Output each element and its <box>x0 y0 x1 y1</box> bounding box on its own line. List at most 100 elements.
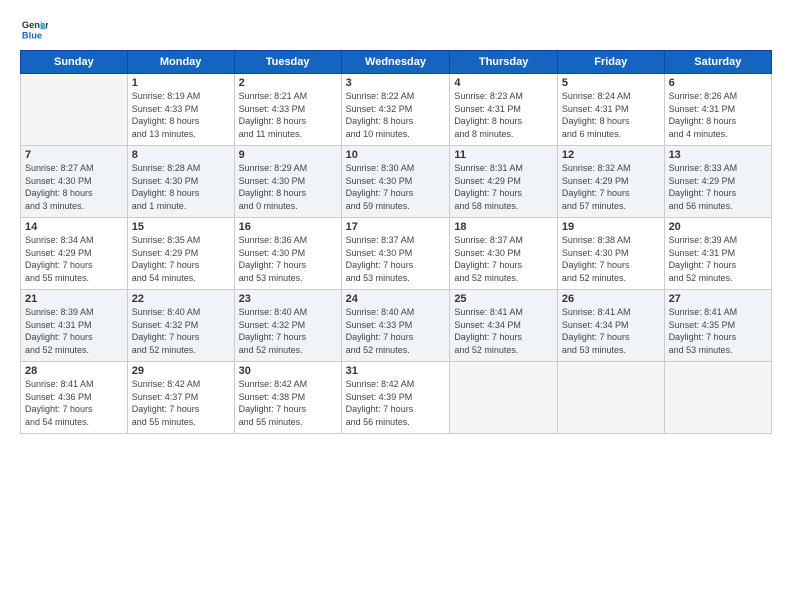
calendar-cell: 11Sunrise: 8:31 AMSunset: 4:29 PMDayligh… <box>450 146 558 218</box>
day-info: Sunrise: 8:40 AMSunset: 4:33 PMDaylight:… <box>346 306 446 356</box>
calendar-cell: 13Sunrise: 8:33 AMSunset: 4:29 PMDayligh… <box>664 146 771 218</box>
week-row-2: 7Sunrise: 8:27 AMSunset: 4:30 PMDaylight… <box>21 146 772 218</box>
header: General Blue <box>20 16 772 44</box>
calendar-cell: 25Sunrise: 8:41 AMSunset: 4:34 PMDayligh… <box>450 290 558 362</box>
calendar-cell: 28Sunrise: 8:41 AMSunset: 4:36 PMDayligh… <box>21 362 128 434</box>
calendar-table: SundayMondayTuesdayWednesdayThursdayFrid… <box>20 50 772 434</box>
day-info: Sunrise: 8:37 AMSunset: 4:30 PMDaylight:… <box>454 234 553 284</box>
day-number: 21 <box>25 293 123 305</box>
calendar-cell: 9Sunrise: 8:29 AMSunset: 4:30 PMDaylight… <box>234 146 341 218</box>
day-info: Sunrise: 8:30 AMSunset: 4:30 PMDaylight:… <box>346 162 446 212</box>
day-info: Sunrise: 8:28 AMSunset: 4:30 PMDaylight:… <box>132 162 230 212</box>
day-info: Sunrise: 8:22 AMSunset: 4:32 PMDaylight:… <box>346 90 446 140</box>
day-info: Sunrise: 8:21 AMSunset: 4:33 PMDaylight:… <box>239 90 337 140</box>
day-info: Sunrise: 8:41 AMSunset: 4:35 PMDaylight:… <box>669 306 767 356</box>
calendar-cell <box>557 362 664 434</box>
day-number: 12 <box>562 149 660 161</box>
calendar-cell: 22Sunrise: 8:40 AMSunset: 4:32 PMDayligh… <box>127 290 234 362</box>
day-number: 5 <box>562 77 660 89</box>
day-number: 9 <box>239 149 337 161</box>
calendar-cell: 26Sunrise: 8:41 AMSunset: 4:34 PMDayligh… <box>557 290 664 362</box>
calendar-cell: 16Sunrise: 8:36 AMSunset: 4:30 PMDayligh… <box>234 218 341 290</box>
week-row-5: 28Sunrise: 8:41 AMSunset: 4:36 PMDayligh… <box>21 362 772 434</box>
calendar-cell: 19Sunrise: 8:38 AMSunset: 4:30 PMDayligh… <box>557 218 664 290</box>
day-number: 4 <box>454 77 553 89</box>
weekday-header-wednesday: Wednesday <box>341 51 450 74</box>
weekday-header-friday: Friday <box>557 51 664 74</box>
day-info: Sunrise: 8:29 AMSunset: 4:30 PMDaylight:… <box>239 162 337 212</box>
day-info: Sunrise: 8:33 AMSunset: 4:29 PMDaylight:… <box>669 162 767 212</box>
day-info: Sunrise: 8:39 AMSunset: 4:31 PMDaylight:… <box>669 234 767 284</box>
day-info: Sunrise: 8:35 AMSunset: 4:29 PMDaylight:… <box>132 234 230 284</box>
day-info: Sunrise: 8:19 AMSunset: 4:33 PMDaylight:… <box>132 90 230 140</box>
weekday-header-saturday: Saturday <box>664 51 771 74</box>
day-number: 27 <box>669 293 767 305</box>
logo: General Blue <box>20 16 52 44</box>
day-number: 3 <box>346 77 446 89</box>
calendar-cell: 24Sunrise: 8:40 AMSunset: 4:33 PMDayligh… <box>341 290 450 362</box>
day-info: Sunrise: 8:41 AMSunset: 4:34 PMDaylight:… <box>454 306 553 356</box>
day-number: 8 <box>132 149 230 161</box>
day-number: 15 <box>132 221 230 233</box>
calendar-cell: 17Sunrise: 8:37 AMSunset: 4:30 PMDayligh… <box>341 218 450 290</box>
calendar-cell: 30Sunrise: 8:42 AMSunset: 4:38 PMDayligh… <box>234 362 341 434</box>
day-number: 31 <box>346 365 446 377</box>
weekday-header-tuesday: Tuesday <box>234 51 341 74</box>
calendar-cell <box>21 74 128 146</box>
day-info: Sunrise: 8:41 AMSunset: 4:34 PMDaylight:… <box>562 306 660 356</box>
day-info: Sunrise: 8:34 AMSunset: 4:29 PMDaylight:… <box>25 234 123 284</box>
calendar-cell: 6Sunrise: 8:26 AMSunset: 4:31 PMDaylight… <box>664 74 771 146</box>
day-info: Sunrise: 8:38 AMSunset: 4:30 PMDaylight:… <box>562 234 660 284</box>
day-info: Sunrise: 8:23 AMSunset: 4:31 PMDaylight:… <box>454 90 553 140</box>
calendar-cell: 4Sunrise: 8:23 AMSunset: 4:31 PMDaylight… <box>450 74 558 146</box>
calendar-cell: 8Sunrise: 8:28 AMSunset: 4:30 PMDaylight… <box>127 146 234 218</box>
day-number: 28 <box>25 365 123 377</box>
week-row-3: 14Sunrise: 8:34 AMSunset: 4:29 PMDayligh… <box>21 218 772 290</box>
logo-icon: General Blue <box>20 16 48 44</box>
day-number: 11 <box>454 149 553 161</box>
calendar-page: General Blue SundayMondayTuesdayWednesda… <box>0 0 792 612</box>
day-number: 19 <box>562 221 660 233</box>
day-info: Sunrise: 8:27 AMSunset: 4:30 PMDaylight:… <box>25 162 123 212</box>
weekday-header-thursday: Thursday <box>450 51 558 74</box>
calendar-cell <box>450 362 558 434</box>
week-row-1: 1Sunrise: 8:19 AMSunset: 4:33 PMDaylight… <box>21 74 772 146</box>
day-number: 2 <box>239 77 337 89</box>
day-number: 16 <box>239 221 337 233</box>
day-number: 25 <box>454 293 553 305</box>
day-info: Sunrise: 8:24 AMSunset: 4:31 PMDaylight:… <box>562 90 660 140</box>
day-number: 26 <box>562 293 660 305</box>
day-number: 24 <box>346 293 446 305</box>
day-number: 13 <box>669 149 767 161</box>
day-info: Sunrise: 8:32 AMSunset: 4:29 PMDaylight:… <box>562 162 660 212</box>
day-info: Sunrise: 8:37 AMSunset: 4:30 PMDaylight:… <box>346 234 446 284</box>
day-number: 20 <box>669 221 767 233</box>
weekday-header-monday: Monday <box>127 51 234 74</box>
calendar-cell <box>664 362 771 434</box>
calendar-cell: 3Sunrise: 8:22 AMSunset: 4:32 PMDaylight… <box>341 74 450 146</box>
calendar-cell: 12Sunrise: 8:32 AMSunset: 4:29 PMDayligh… <box>557 146 664 218</box>
calendar-cell: 20Sunrise: 8:39 AMSunset: 4:31 PMDayligh… <box>664 218 771 290</box>
svg-text:Blue: Blue <box>22 30 42 40</box>
calendar-cell: 2Sunrise: 8:21 AMSunset: 4:33 PMDaylight… <box>234 74 341 146</box>
day-info: Sunrise: 8:36 AMSunset: 4:30 PMDaylight:… <box>239 234 337 284</box>
calendar-cell: 5Sunrise: 8:24 AMSunset: 4:31 PMDaylight… <box>557 74 664 146</box>
day-info: Sunrise: 8:42 AMSunset: 4:37 PMDaylight:… <box>132 378 230 428</box>
day-info: Sunrise: 8:42 AMSunset: 4:38 PMDaylight:… <box>239 378 337 428</box>
day-number: 6 <box>669 77 767 89</box>
day-info: Sunrise: 8:39 AMSunset: 4:31 PMDaylight:… <box>25 306 123 356</box>
day-number: 18 <box>454 221 553 233</box>
calendar-cell: 31Sunrise: 8:42 AMSunset: 4:39 PMDayligh… <box>341 362 450 434</box>
day-number: 10 <box>346 149 446 161</box>
calendar-cell: 18Sunrise: 8:37 AMSunset: 4:30 PMDayligh… <box>450 218 558 290</box>
day-number: 29 <box>132 365 230 377</box>
day-info: Sunrise: 8:40 AMSunset: 4:32 PMDaylight:… <box>132 306 230 356</box>
weekday-header-row: SundayMondayTuesdayWednesdayThursdayFrid… <box>21 51 772 74</box>
day-number: 17 <box>346 221 446 233</box>
calendar-cell: 23Sunrise: 8:40 AMSunset: 4:32 PMDayligh… <box>234 290 341 362</box>
day-number: 23 <box>239 293 337 305</box>
calendar-cell: 14Sunrise: 8:34 AMSunset: 4:29 PMDayligh… <box>21 218 128 290</box>
day-info: Sunrise: 8:31 AMSunset: 4:29 PMDaylight:… <box>454 162 553 212</box>
calendar-cell: 21Sunrise: 8:39 AMSunset: 4:31 PMDayligh… <box>21 290 128 362</box>
day-info: Sunrise: 8:42 AMSunset: 4:39 PMDaylight:… <box>346 378 446 428</box>
